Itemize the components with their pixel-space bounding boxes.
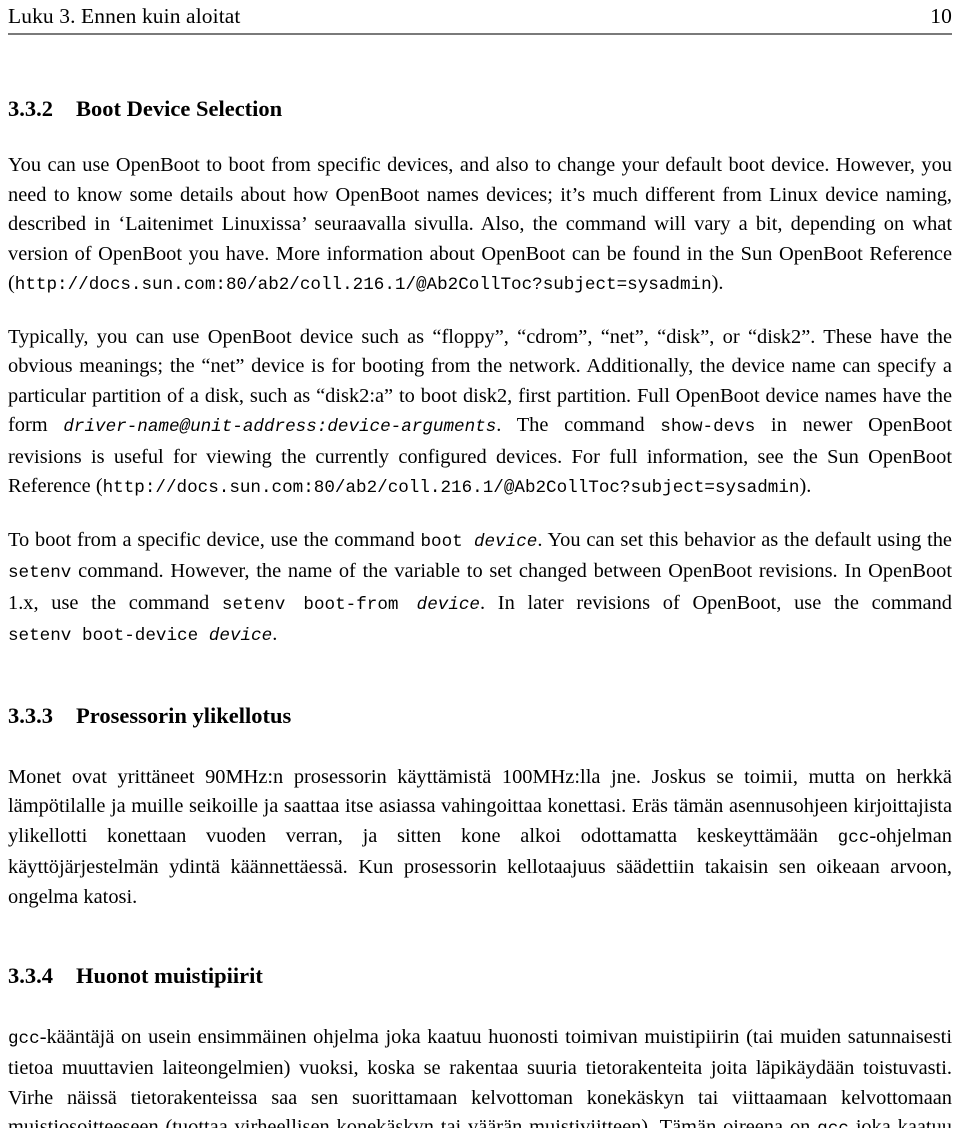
paragraph-text-tail: ). — [711, 272, 724, 295]
setenv-command: setenv — [8, 563, 72, 584]
paragraph-text-tail: ). — [799, 475, 812, 498]
header-rule — [8, 32, 952, 35]
show-devs-command: show-devs — [660, 417, 756, 438]
paragraph-device-names: Typically, you can use OpenBoot device s… — [8, 323, 952, 504]
openboot-reference-url: http://docs.sun.com:80/ab2/coll.216.1/@A… — [14, 275, 712, 296]
device-name-form-code: driver-name@unit-address:device-argument… — [63, 417, 497, 438]
running-header-title: Luku 3. Ennen kuin aloitat — [8, 4, 241, 28]
heading-huonot-muistipiirit: 3.3.4 Huonot muistipiirit — [8, 963, 952, 989]
section-number: 3.3.2 — [8, 95, 53, 121]
paragraph-text: -kääntäjä on usein ensimmäinen ohjelma j… — [8, 1025, 952, 1128]
setenv-boot-from-argument: device — [416, 594, 480, 615]
page-number: 10 — [930, 4, 952, 28]
heading-prosessorin-ylikellotus: 3.3.3 Prosessorin ylikellotus — [8, 702, 952, 729]
gcc-code: gcc — [837, 827, 870, 848]
paragraph-overclocking: Monet ovat yrittäneet 90MHz:n prosessori… — [8, 763, 952, 913]
paragraph-text: . The command — [496, 414, 661, 437]
heading-boot-device-selection: 3.3.2 Boot Device Selection — [8, 95, 952, 122]
paragraph-bad-memory: gcc-kääntäjä on usein ensimmäinen ohjelm… — [8, 1023, 952, 1128]
paragraph-text-tail: . — [272, 623, 278, 646]
gcc-code: gcc — [817, 1119, 849, 1128]
paragraph-text: You can use OpenBoot to boot from specif… — [8, 154, 952, 295]
setenv-boot-device-argument: device — [208, 626, 273, 647]
section-title: Boot Device Selection — [76, 95, 283, 121]
boot-command-argument: device — [473, 531, 538, 552]
paragraph-boot-device-intro: You can use OpenBoot to boot from specif… — [8, 151, 952, 301]
section-number: 3.3.4 — [8, 963, 53, 988]
running-header: Luku 3. Ennen kuin aloitat 10 — [8, 0, 952, 28]
paragraph-text: . In later revisions of OpenBoot, use th… — [480, 591, 952, 614]
section-title: Huonot muistipiirit — [76, 963, 263, 988]
setenv-boot-device-command: setenv boot-device — [8, 626, 199, 647]
document-page: Luku 3. Ennen kuin aloitat 10 3.3.2 Boot… — [0, 0, 960, 1128]
paragraph-text: Monet ovat yrittäneet 90MHz:n prosessori… — [8, 765, 952, 847]
paragraph-boot-commands: To boot from a specific device, use the … — [8, 526, 952, 652]
gcc-code: gcc — [8, 1028, 40, 1049]
boot-command: boot — [420, 531, 463, 552]
paragraph-text: . You can set this behavior as the defau… — [537, 528, 952, 551]
paragraph-text: To boot from a specific device, use the … — [8, 528, 421, 551]
section-number: 3.3.3 — [8, 702, 53, 728]
openboot-reference-url: http://docs.sun.com:80/ab2/coll.216.1/@A… — [102, 478, 800, 499]
section-title: Prosessorin ylikellotus — [76, 702, 292, 728]
setenv-boot-from-command: setenv boot-from — [221, 594, 399, 615]
